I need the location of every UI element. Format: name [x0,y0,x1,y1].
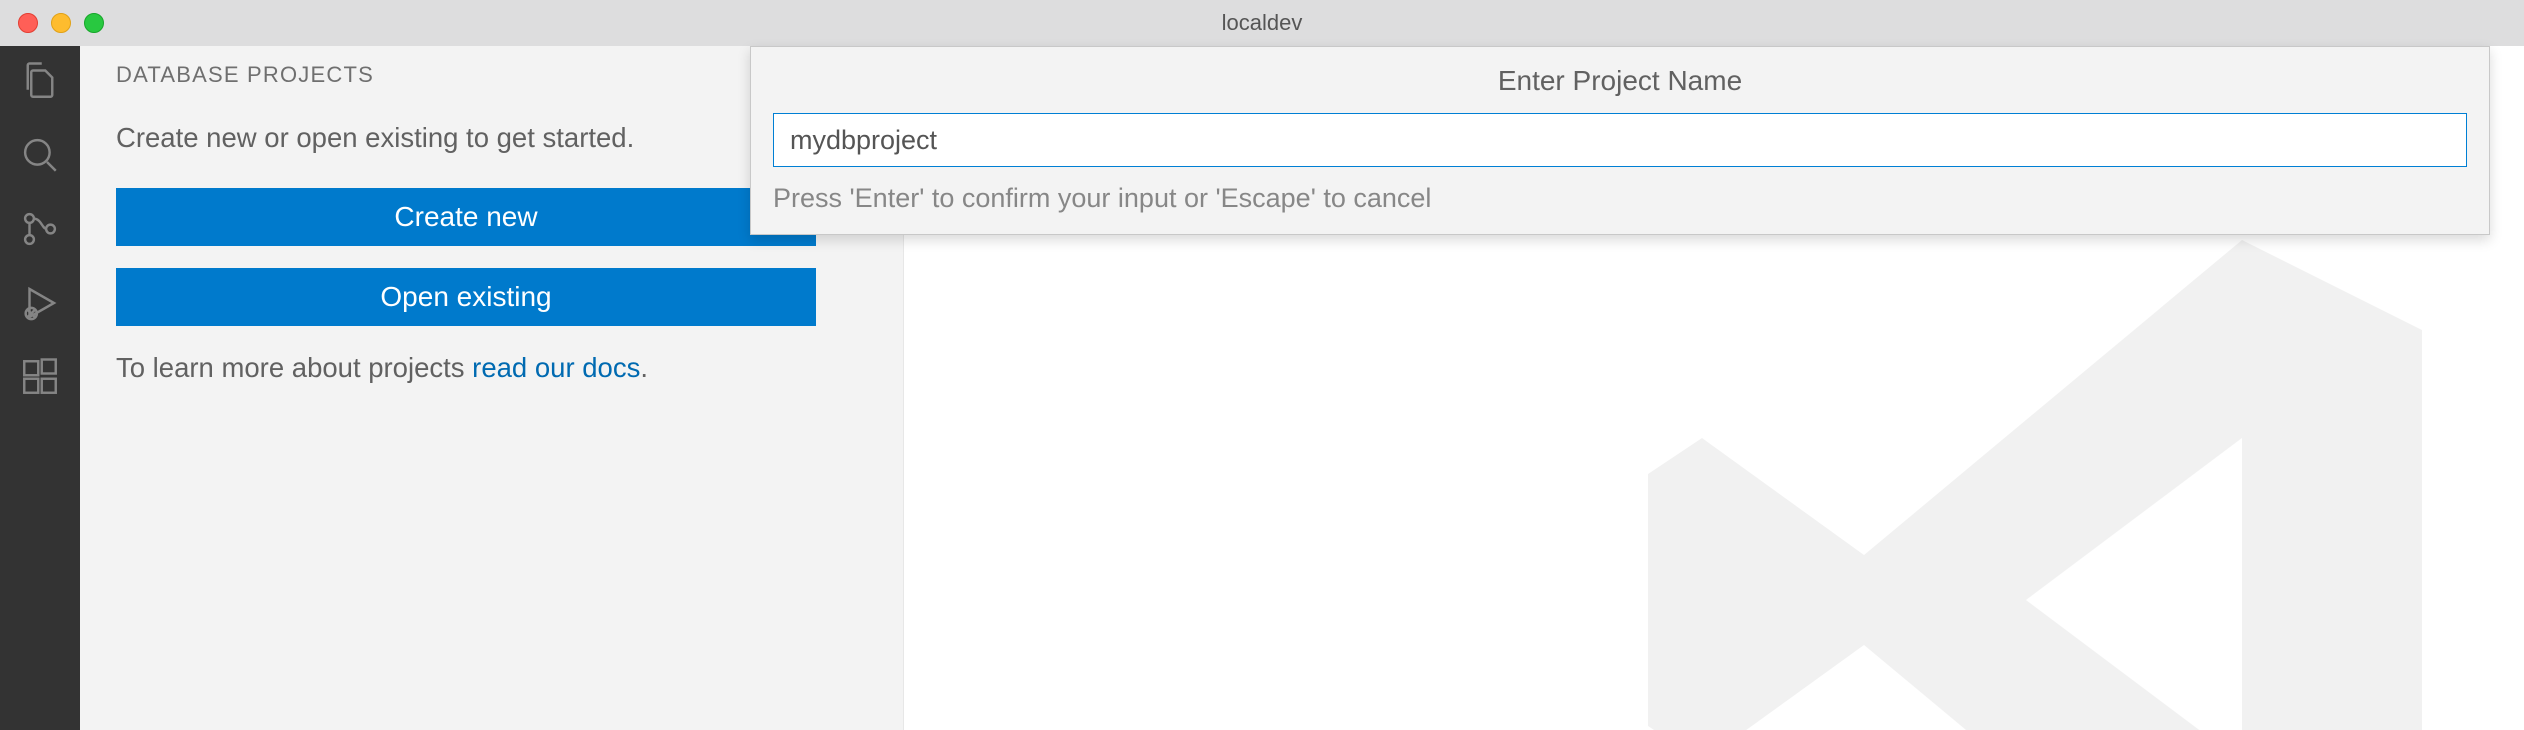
quick-input-title: Enter Project Name [751,47,2489,113]
quick-input-hint: Press 'Enter' to confirm your input or '… [751,177,2489,234]
open-existing-button[interactable]: Open existing [116,268,816,326]
traffic-lights [0,13,104,33]
vscode-watermark-icon [1594,150,2494,730]
window-title: localdev [1222,10,1303,36]
close-window-button[interactable] [18,13,38,33]
source-control-icon[interactable] [19,208,61,250]
extensions-icon[interactable] [19,356,61,398]
learn-prefix: To learn more about projects [116,352,472,383]
run-debug-icon[interactable] [19,282,61,324]
explorer-icon[interactable] [19,60,61,102]
learn-more-text: To learn more about projects read our do… [116,348,816,388]
maximize-window-button[interactable] [84,13,104,33]
activity-bar [0,46,80,730]
learn-suffix: . [640,352,648,383]
create-new-button[interactable]: Create new [116,188,816,246]
sidebar-title: DATABASE PROJECTS [116,62,797,88]
minimize-window-button[interactable] [51,13,71,33]
read-our-docs-link[interactable]: read our docs [472,352,640,383]
quick-input-panel: Enter Project Name Press 'Enter' to conf… [750,46,2490,235]
window-titlebar: localdev [0,0,2524,46]
project-name-input[interactable] [773,113,2467,167]
search-icon[interactable] [19,134,61,176]
